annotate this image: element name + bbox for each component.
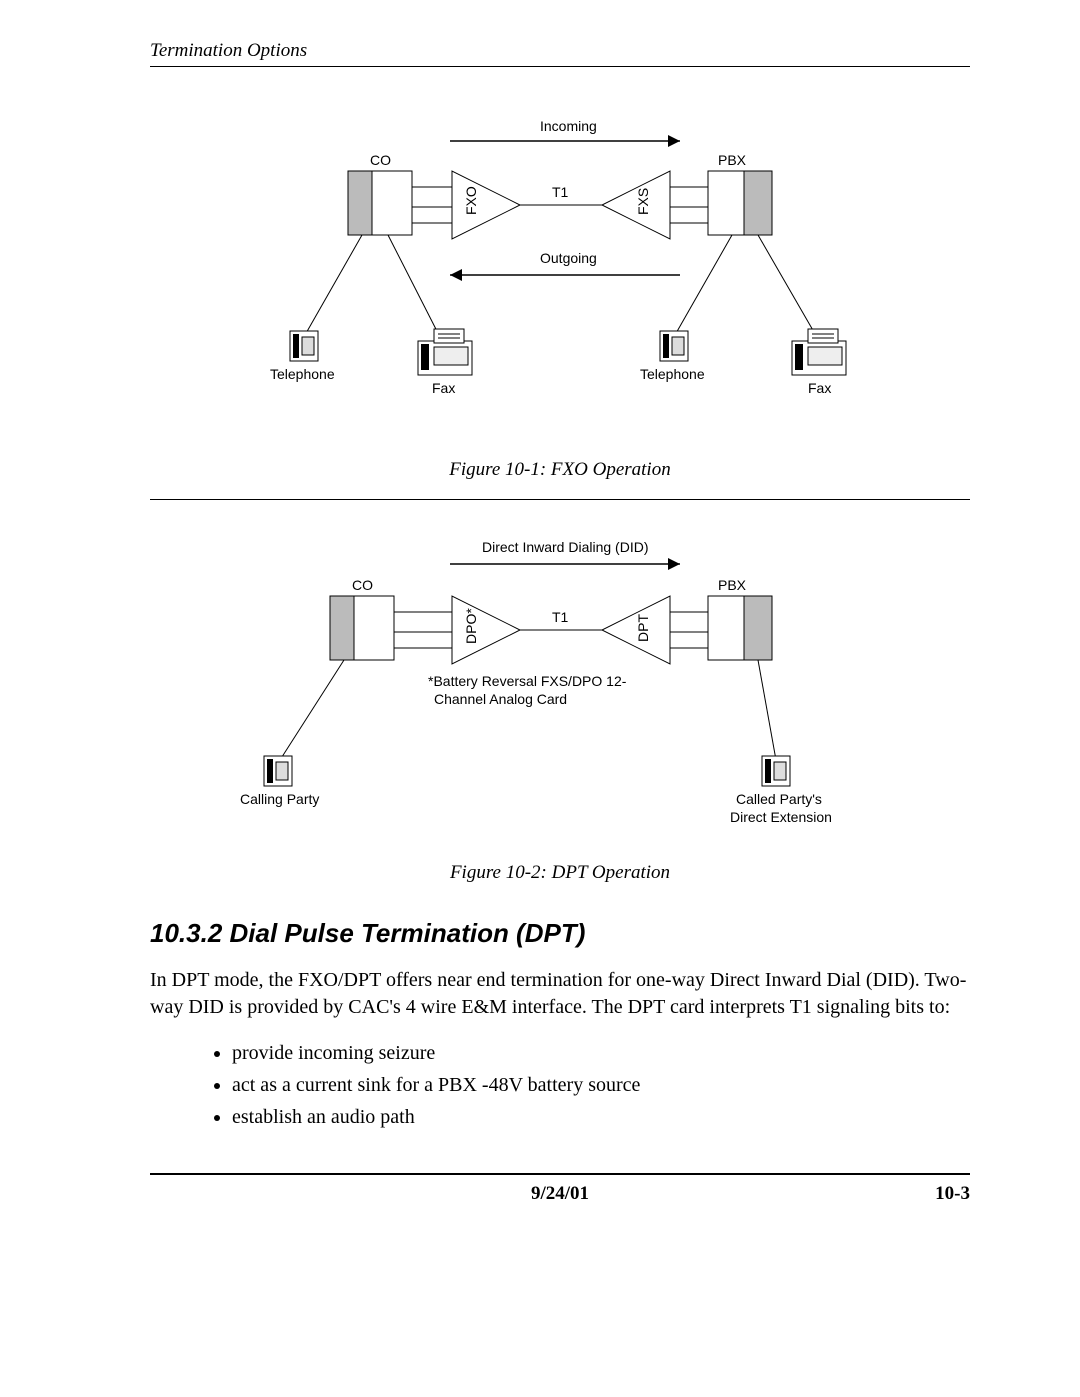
label-co2: CO xyxy=(352,577,373,593)
called-party-phone-icon xyxy=(762,756,790,786)
label-pbx2: PBX xyxy=(718,577,747,593)
pbx-switch-icon xyxy=(708,171,772,235)
label-outgoing: Outgoing xyxy=(540,250,597,266)
footer: 9/24/01 10-3 xyxy=(150,1183,970,1205)
figure-2: Direct Inward Dialing (DID) CO PBX xyxy=(150,530,970,850)
co-switch-icon-2 xyxy=(330,596,394,660)
label-incoming: Incoming xyxy=(540,118,597,134)
telephone-left-icon xyxy=(290,331,318,361)
figure-1-caption: Figure 10-1: FXO Operation xyxy=(150,459,970,481)
label-note2: Channel Analog Card xyxy=(434,691,567,707)
label-telephone-left: Telephone xyxy=(270,366,335,382)
figure-1: Incoming CO PBX xyxy=(150,107,970,447)
header-rule xyxy=(150,66,970,67)
fax-right-icon xyxy=(792,329,846,375)
label-dpt: DPT xyxy=(635,614,651,642)
bullet-list: provide incoming seizure act as a curren… xyxy=(210,1037,970,1133)
label-fxs: FXS xyxy=(635,188,651,215)
co-switch-icon xyxy=(348,171,412,235)
list-item: act as a current sink for a PBX -48V bat… xyxy=(232,1069,970,1101)
pbx-switch-icon-2 xyxy=(708,596,772,660)
fxo-operation-diagram: Incoming CO PBX xyxy=(220,107,900,447)
section-title: 10.3.2 Dial Pulse Termination (DPT) xyxy=(150,918,970,949)
label-note1: *Battery Reversal FXS/DPO 12- xyxy=(428,673,627,689)
footer-left xyxy=(150,1183,310,1205)
list-item: provide incoming seizure xyxy=(232,1037,970,1069)
telephone-right-icon xyxy=(660,331,688,361)
label-t1-2: T1 xyxy=(552,609,569,625)
footer-date: 9/24/01 xyxy=(310,1183,810,1205)
label-pbx: PBX xyxy=(718,152,747,168)
label-fxo: FXO xyxy=(463,186,479,215)
label-calling: Calling Party xyxy=(240,791,319,807)
body-paragraph: In DPT mode, the FXO/DPT offers near end… xyxy=(150,967,970,1021)
dpt-operation-diagram: Direct Inward Dialing (DID) CO PBX xyxy=(220,530,900,850)
running-head: Termination Options xyxy=(150,40,970,62)
label-dpo: DPO* xyxy=(463,608,479,644)
label-did: Direct Inward Dialing (DID) xyxy=(482,539,648,555)
fax-left-icon xyxy=(418,329,472,375)
label-fax-right: Fax xyxy=(808,380,831,396)
label-called1: Called Party's xyxy=(736,791,822,807)
page: Termination Options Incoming CO PBX xyxy=(0,0,1080,1245)
label-co: CO xyxy=(370,152,391,168)
list-item: establish an audio path xyxy=(232,1101,970,1133)
figure-2-caption: Figure 10-2: DPT Operation xyxy=(150,862,970,884)
label-t1: T1 xyxy=(552,184,569,200)
label-called2: Direct Extension xyxy=(730,809,832,825)
calling-party-phone-icon xyxy=(264,756,292,786)
figure-divider xyxy=(150,499,970,500)
footer-rule xyxy=(150,1173,970,1175)
footer-page: 10-3 xyxy=(810,1183,970,1205)
label-fax-left: Fax xyxy=(432,380,455,396)
label-telephone-right: Telephone xyxy=(640,366,705,382)
